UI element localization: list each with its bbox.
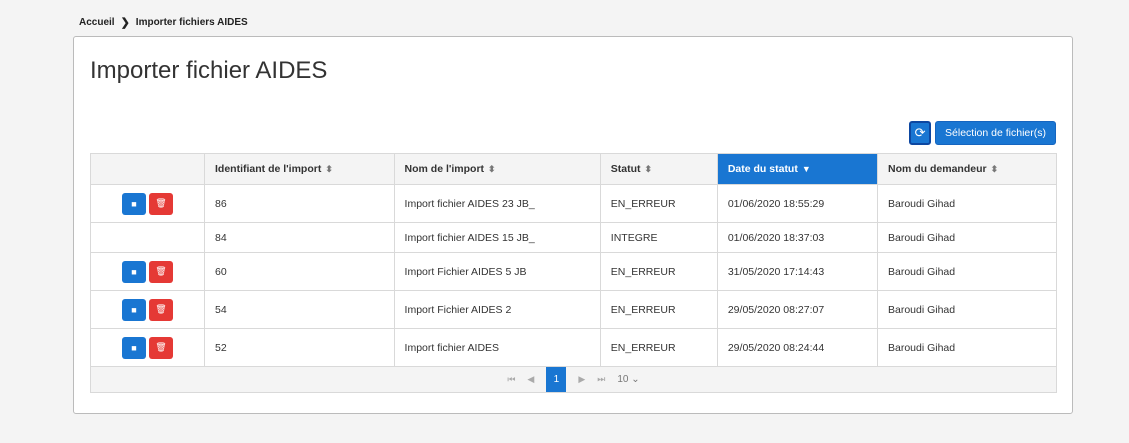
column-header-id[interactable]: Identifiant de l'import ⬍ (204, 153, 395, 185)
file-icon: ■ (131, 266, 137, 277)
last-page-icon[interactable]: ⏭ (597, 374, 605, 385)
chevron-right-icon: ❯ (120, 17, 130, 29)
actions-header (90, 153, 205, 185)
sort-icon: ⬍ (325, 164, 333, 174)
table-row[interactable]: 84 Import fichier AIDES 15 JB_ INTEGRE 0… (90, 222, 1058, 253)
chevron-down-icon: ⌄ (631, 374, 640, 385)
cell-requester: Baroudi Gihad (876, 184, 1058, 223)
sort-icon: ⬍ (488, 164, 496, 174)
cell-status: EN_ERREUR (599, 328, 718, 367)
sort-icon: ⬍ (990, 164, 999, 174)
trash-icon: 🗑 (155, 304, 167, 314)
first-page-icon[interactable]: ⏮ (507, 374, 515, 385)
cell-id: 84 (204, 222, 395, 253)
sort-desc-icon: ▼ (801, 164, 811, 174)
cell-date: 29/05/2020 08:24:44 (716, 328, 878, 367)
refresh-button[interactable]: ⟳ (909, 121, 932, 145)
cell-name: Import fichier AIDES (393, 328, 601, 367)
pager-row: ⏮ ◀ 1 ▶ ⏭ 10 ⌄ (90, 366, 1057, 393)
view-file-button[interactable]: ■ (122, 336, 146, 359)
cell-name: Import fichier AIDES 23 JB_ (393, 184, 601, 223)
cell-status: INTEGRE (599, 222, 718, 253)
row-actions (90, 222, 205, 253)
table-row[interactable]: ■ 🗑 52 Import fichier AIDES EN_ERREUR 29… (90, 328, 1058, 367)
select-files-button[interactable]: Sélection de fichier(s) (935, 121, 1056, 145)
trash-icon: 🗑 (155, 198, 167, 208)
view-file-button[interactable]: ■ (122, 260, 146, 283)
view-file-button[interactable]: ■ (122, 298, 146, 321)
breadcrumb: Accueil ❯ Importer fichiers AIDES (79, 16, 248, 29)
cell-status: EN_ERREUR (599, 290, 718, 329)
cell-status: EN_ERREUR (599, 252, 718, 291)
table-row[interactable]: ■ 🗑 86 Import fichier AIDES 23 JB_ EN_ER… (90, 184, 1058, 223)
column-header-date[interactable]: Date du statut ▼ (716, 153, 878, 185)
delete-button[interactable]: 🗑 (149, 336, 173, 359)
cell-date: 31/05/2020 17:14:43 (716, 252, 878, 291)
row-actions: ■ 🗑 (90, 290, 205, 329)
delete-button[interactable]: 🗑 (149, 192, 173, 215)
table-header-row: Identifiant de l'import ⬍ Nom de l'import… (90, 153, 1058, 185)
view-file-button[interactable]: ■ (122, 192, 146, 215)
cell-date: 01/06/2020 18:55:29 (716, 184, 878, 223)
delete-button[interactable]: 🗑 (149, 298, 173, 321)
cell-id: 60 (204, 252, 395, 291)
trash-icon: 🗑 (155, 342, 167, 352)
import-panel: Importer fichier AIDES ⟳ Sélection de fi… (73, 36, 1073, 414)
cell-id: 86 (204, 184, 395, 223)
cell-name: Import Fichier AIDES 2 (393, 290, 601, 329)
refresh-icon: ⟳ (914, 125, 926, 140)
column-header-requester[interactable]: Nom du demandeur ⬍ (876, 153, 1058, 185)
sort-icon: ⬍ (644, 164, 653, 174)
cell-date: 01/06/2020 18:37:03 (716, 222, 878, 253)
cell-name: Import fichier AIDES 15 JB_ (393, 222, 601, 253)
file-icon: ■ (131, 342, 137, 353)
cell-date: 29/05/2020 08:27:07 (716, 290, 878, 329)
delete-button[interactable]: 🗑 (149, 260, 173, 283)
cell-requester: Baroudi Gihad (876, 290, 1058, 329)
imports-table: Identifiant de l'import ⬍ Nom de l'import… (90, 153, 1058, 393)
prev-page-icon[interactable]: ◀ (527, 374, 534, 385)
cell-requester: Baroudi Gihad (876, 328, 1058, 367)
cell-requester: Baroudi Gihad (876, 222, 1058, 253)
rows-per-page-value: 10 (617, 374, 629, 385)
row-actions: ■ 🗑 (90, 252, 205, 291)
breadcrumb-current: Importer fichiers AIDES (135, 17, 248, 28)
breadcrumb-home[interactable]: Accueil (79, 17, 115, 28)
cell-requester: Baroudi Gihad (876, 252, 1058, 291)
pager-cell: ⏮ ◀ 1 ▶ ⏭ 10 ⌄ (90, 366, 1057, 393)
file-icon: ■ (131, 198, 137, 209)
cell-status: EN_ERREUR (599, 184, 718, 223)
column-header-status[interactable]: Statut ⬍ (599, 153, 718, 185)
paginator: ⏮ ◀ 1 ▶ ⏭ 10 ⌄ (91, 367, 1056, 392)
cell-id: 52 (204, 328, 395, 367)
page-1-button[interactable]: 1 (546, 367, 567, 392)
cell-id: 54 (204, 290, 395, 329)
table-row[interactable]: ■ 🗑 54 Import Fichier AIDES 2 EN_ERREUR … (90, 290, 1058, 329)
rows-per-page-select[interactable]: 10 ⌄ (617, 374, 639, 385)
file-icon: ■ (131, 304, 137, 315)
cell-name: Import Fichier AIDES 5 JB (393, 252, 601, 291)
row-actions: ■ 🗑 (90, 328, 205, 367)
row-actions: ■ 🗑 (90, 184, 205, 223)
table-row[interactable]: ■ 🗑 60 Import Fichier AIDES 5 JB EN_ERRE… (90, 252, 1058, 291)
column-header-name[interactable]: Nom de l'import ⬍ (393, 153, 601, 185)
toolbar: ⟳ Sélection de fichier(s) (909, 121, 1056, 145)
trash-icon: 🗑 (155, 266, 167, 276)
next-page-icon[interactable]: ▶ (578, 374, 585, 385)
page-title: Importer fichier AIDES (90, 57, 328, 84)
